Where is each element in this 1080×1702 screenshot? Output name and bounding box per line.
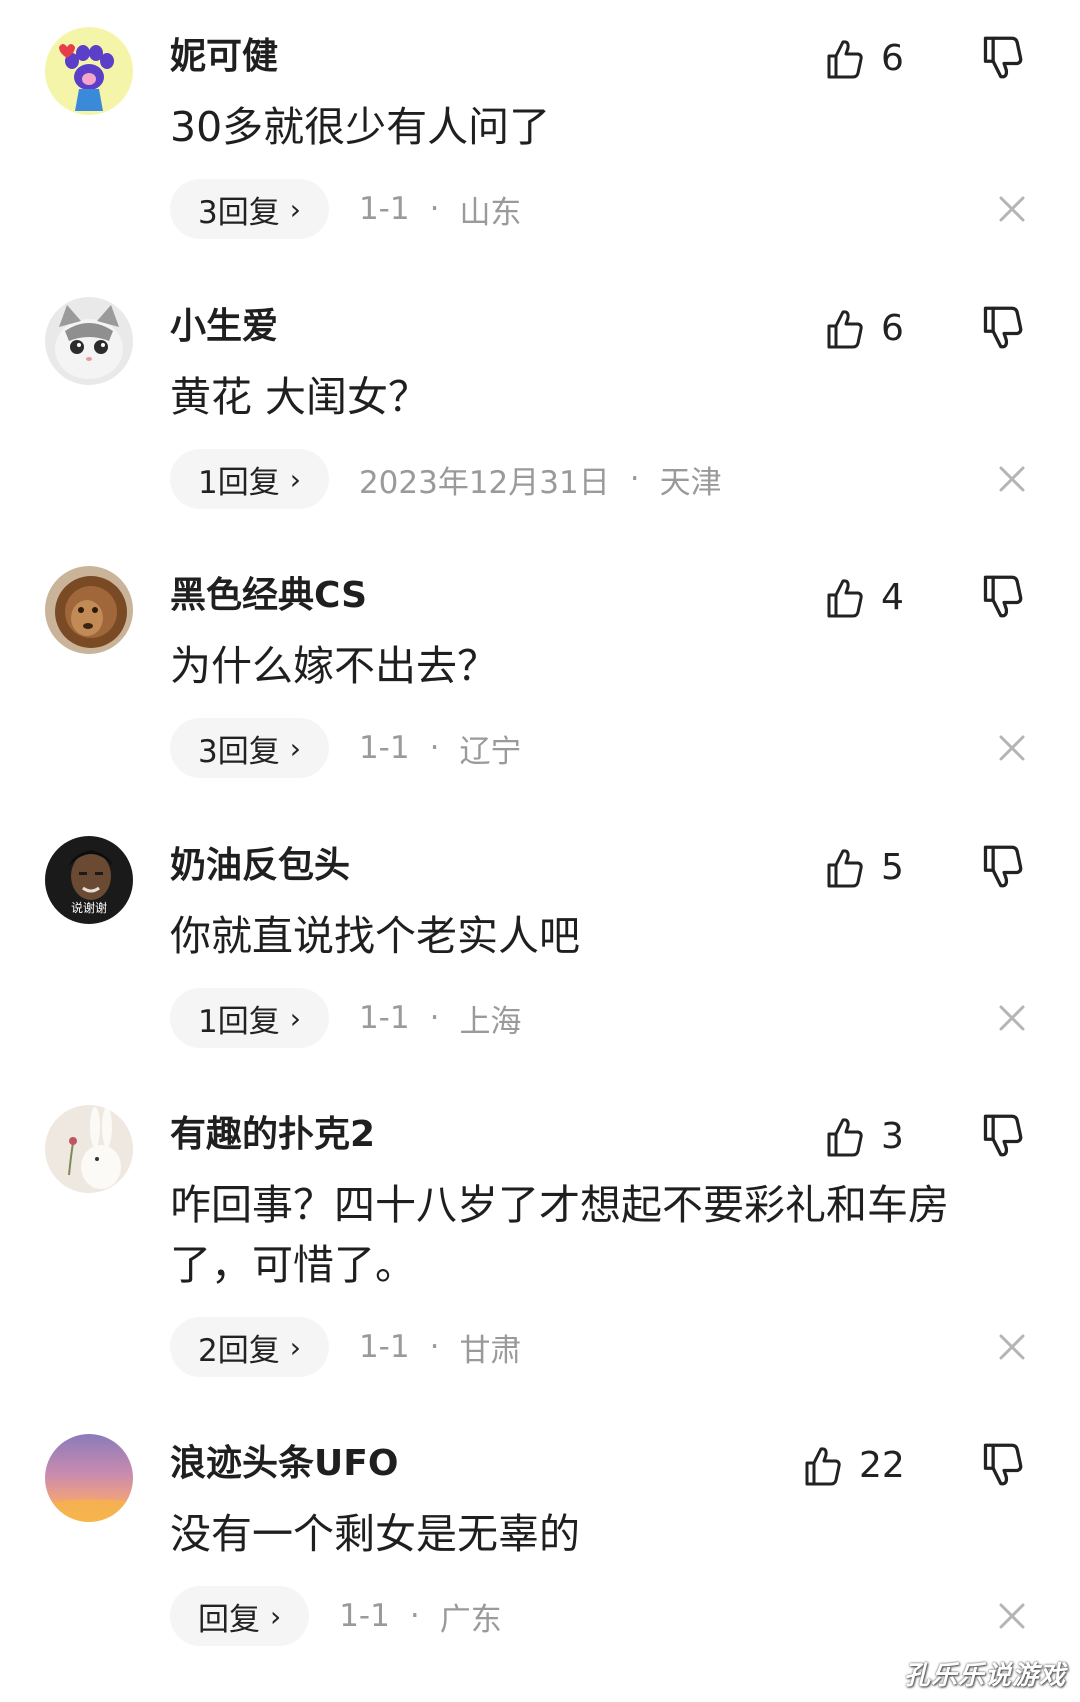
thumbs-up-icon <box>827 1118 863 1157</box>
avatar[interactable] <box>45 1434 133 1522</box>
close-icon[interactable] <box>998 1004 1026 1032</box>
comment-location: 甘肃 <box>459 1332 522 1369</box>
like-count: 5 <box>881 847 904 888</box>
thumbs-up-icon <box>827 40 863 79</box>
meta-separator: · <box>409 1598 420 1634</box>
kitten-avatar-icon <box>45 297 133 385</box>
thumbs-up-icon <box>827 310 863 349</box>
avatar[interactable] <box>45 297 133 385</box>
meta-separator: · <box>429 1329 440 1365</box>
chevron-right-icon: › <box>270 1599 282 1633</box>
reply-button[interactable]: 2回复 › <box>170 1317 329 1377</box>
comment-location: 山东 <box>459 194 522 231</box>
reply-count: 回复 <box>198 1601 260 1638</box>
avatar[interactable] <box>45 1105 133 1193</box>
thumbs-up-icon <box>827 849 863 888</box>
reply-count: 3回复 <box>198 194 280 231</box>
username[interactable]: 妮可健 <box>170 33 278 81</box>
thumbs-down-icon[interactable] <box>980 35 1026 81</box>
avatar-caption: 说谢谢 <box>70 901 107 915</box>
comment-date: 1-1 <box>339 1598 390 1634</box>
comment-location: 辽宁 <box>459 733 522 770</box>
thumbs-down-icon[interactable] <box>980 1113 1026 1159</box>
reply-count: 2回复 <box>198 1332 280 1369</box>
chevron-right-icon: › <box>289 731 301 765</box>
meta-separator: · <box>429 191 440 227</box>
comment-text: 为什么嫁不出去？ <box>170 642 498 690</box>
chevron-right-icon: › <box>289 1330 301 1364</box>
avatar[interactable]: 说谢谢 <box>45 836 133 924</box>
reply-button[interactable]: 3回复 › <box>170 718 329 778</box>
avatar[interactable] <box>45 566 133 654</box>
comment-text: 你就直说找个老实人吧 <box>170 912 580 960</box>
comment-text: 黄花 大闺女？ <box>170 373 430 421</box>
like-button[interactable]: 4 <box>825 574 904 622</box>
comment-meta: 1回复 › 1-1 · 上海 <box>170 988 521 1048</box>
thumbs-up-icon <box>827 579 863 618</box>
chevron-right-icon: › <box>289 1001 301 1035</box>
username[interactable]: 有趣的扑克2 <box>170 1111 375 1159</box>
like-count: 6 <box>881 38 904 79</box>
thumbs-down-icon[interactable] <box>980 574 1026 620</box>
thumbs-down-icon[interactable] <box>980 1442 1026 1488</box>
username[interactable]: 奶油反包头 <box>170 842 350 890</box>
like-button[interactable]: 5 <box>825 844 904 892</box>
reply-count: 1回复 <box>198 464 280 501</box>
comment-location: 广东 <box>439 1601 502 1638</box>
rabbit-avatar-icon <box>45 1105 133 1193</box>
chevron-right-icon: › <box>289 462 301 496</box>
thumbs-down-icon[interactable] <box>980 305 1026 351</box>
comment-text: 30多就很少有人问了 <box>170 103 551 151</box>
comment-date: 1-1 <box>358 730 410 766</box>
comment-date: 1-1 <box>358 1329 410 1365</box>
sunset-avatar-icon <box>45 1434 133 1522</box>
comment-meta: 2回复 › 1-1 · 甘肃 <box>170 1317 521 1377</box>
chevron-right-icon: › <box>289 192 301 226</box>
like-count: 22 <box>859 1445 905 1486</box>
like-count: 6 <box>881 308 904 349</box>
username[interactable]: 小生爱 <box>170 303 278 351</box>
comment-location: 上海 <box>459 1003 522 1040</box>
comment-location: 天津 <box>659 464 722 501</box>
username[interactable]: 浪迹头条UFO <box>170 1440 398 1488</box>
username[interactable]: 黑色经典CS <box>170 572 367 620</box>
reply-button[interactable]: 回复 › <box>170 1586 310 1646</box>
close-icon[interactable] <box>998 465 1026 493</box>
like-button[interactable]: 6 <box>825 35 904 83</box>
thumbs-up-icon <box>805 1447 841 1486</box>
comment-date: 2023年12月31日 <box>358 464 610 501</box>
lion-avatar-icon <box>45 566 133 654</box>
like-count: 3 <box>881 1116 904 1157</box>
like-button[interactable]: 3 <box>825 1113 904 1161</box>
like-button[interactable]: 22 <box>803 1442 905 1490</box>
comment-text: 咋回事？四十八岁了才想起不要彩礼和车房了，可惜了。 <box>170 1181 949 1289</box>
comment-meta: 1回复 › 2023年12月31日 · 天津 <box>170 449 722 509</box>
comment-meta: 回复 › 1-1 · 广东 <box>170 1586 502 1646</box>
meta-separator: · <box>429 1000 440 1036</box>
avatar[interactable] <box>45 27 133 115</box>
close-icon[interactable] <box>998 1602 1026 1630</box>
like-count: 4 <box>881 577 904 618</box>
comment-date: 1-1 <box>358 1000 410 1036</box>
watermark: 孔乐乐说游戏 <box>903 1661 1066 1691</box>
reply-button[interactable]: 1回复 › <box>170 449 329 509</box>
like-button[interactable]: 6 <box>825 305 904 353</box>
reply-button[interactable]: 3回复 › <box>170 179 329 239</box>
close-icon[interactable] <box>998 195 1026 223</box>
reply-count: 1回复 <box>198 1003 280 1040</box>
comment-meta: 3回复 › 1-1 · 山东 <box>170 179 521 239</box>
reply-button[interactable]: 1回复 › <box>170 988 329 1048</box>
reply-count: 3回复 <box>198 733 280 770</box>
meta-separator: · <box>629 461 640 497</box>
comment-meta: 3回复 › 1-1 · 辽宁 <box>170 718 521 778</box>
close-icon[interactable] <box>998 1333 1026 1361</box>
cat-paw-icon <box>45 27 133 115</box>
comment-text: 没有一个剩女是无辜的 <box>170 1510 580 1558</box>
comment-date: 1-1 <box>358 191 410 227</box>
close-icon[interactable] <box>998 734 1026 762</box>
thumbs-down-icon[interactable] <box>980 844 1026 890</box>
meta-separator: · <box>429 730 440 766</box>
